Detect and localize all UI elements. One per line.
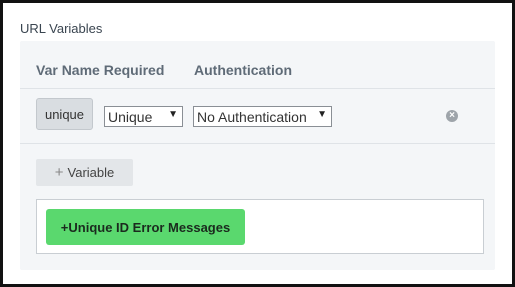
header-var-name: Var Name [36, 62, 100, 78]
authentication-select[interactable]: No Authentication ▼ [193, 106, 332, 127]
header-var-name-required: Var Name Required [36, 62, 164, 78]
unique-id-error-messages-button[interactable]: +Unique ID Error Messages [46, 209, 245, 245]
variable-name-chip[interactable]: unique [36, 98, 93, 130]
authentication-select-value: No Authentication [197, 108, 307, 125]
url-variables-frame: URL Variables Var Name Required Authenti… [0, 0, 515, 287]
table-header: Var Name Required Authentication [20, 41, 495, 89]
error-messages-container: +Unique ID Error Messages [36, 199, 484, 254]
header-authentication: Authentication [194, 62, 292, 78]
variables-panel: Var Name Required Authentication unique … [20, 41, 495, 270]
add-variable-label: Variable [67, 165, 115, 180]
required-select-value: Unique [108, 108, 153, 125]
header-required: Required [103, 62, 165, 78]
chevron-down-icon: ▼ [317, 109, 327, 120]
table-row: unique Unique ▼ No Authentication ▼ × [20, 89, 495, 144]
plus-icon: + [54, 164, 64, 181]
section-title: URL Variables [20, 21, 103, 36]
add-variable-button[interactable]: + Variable [36, 159, 133, 186]
chevron-down-icon: ▼ [168, 109, 178, 120]
remove-variable-icon[interactable]: × [446, 110, 458, 122]
required-select[interactable]: Unique ▼ [104, 106, 183, 127]
